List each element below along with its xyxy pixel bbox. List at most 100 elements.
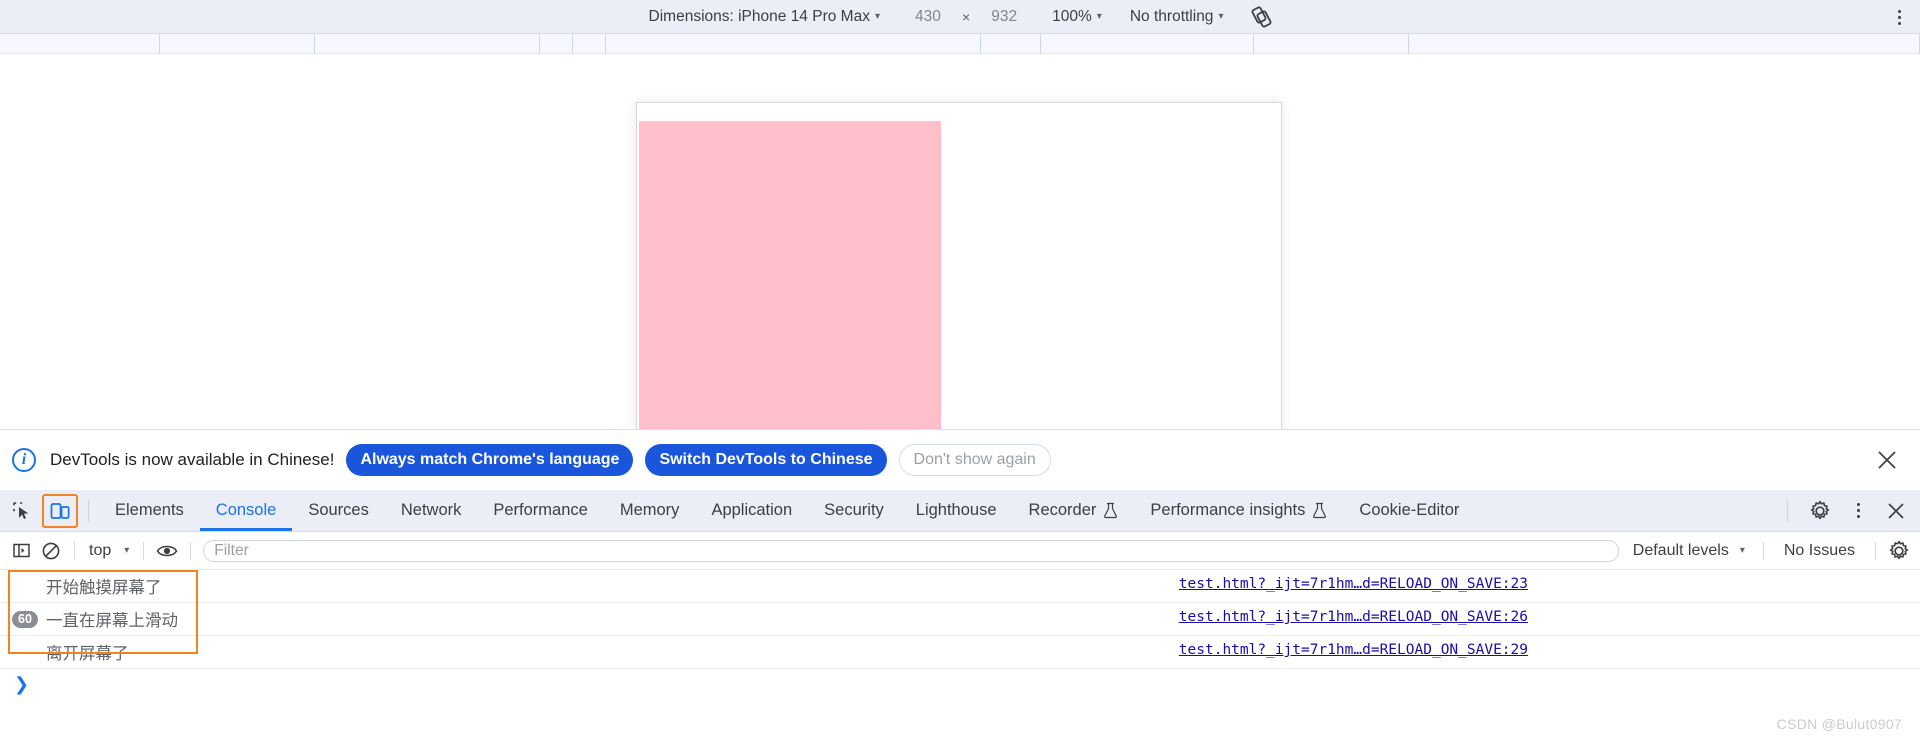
- tab-label: Network: [400, 501, 462, 519]
- console-source-link[interactable]: test.html?_ijt=7r1hm…d=RELOAD_ON_SAVE:23: [1179, 576, 1528, 592]
- console-message-text: 开始触摸屏幕了: [46, 578, 162, 597]
- tabstrip-divider: [88, 499, 89, 522]
- ruler-segment: [540, 34, 573, 54]
- always-match-language-button[interactable]: Always match Chrome's language: [346, 444, 634, 476]
- device-width-input[interactable]: [901, 6, 954, 27]
- dimension-separator: ×: [961, 8, 971, 25]
- console-message-text: 离开屏幕了: [46, 644, 129, 663]
- console-message-row[interactable]: 离开屏幕了 test.html?_ijt=7r1hm…d=RELOAD_ON_S…: [0, 636, 1920, 669]
- throttling-selector[interactable]: No throttling ▾: [1124, 5, 1230, 29]
- devtools-tabstrip: Elements Console Sources Network Perform…: [0, 490, 1920, 532]
- tab-label: Lighthouse: [915, 501, 997, 519]
- issues-counter[interactable]: No Issues: [1772, 542, 1867, 560]
- live-expression-icon[interactable]: [152, 537, 182, 565]
- watermark: CSDN @Bulut0907: [1776, 716, 1902, 732]
- pink-touch-area[interactable]: [639, 121, 941, 429]
- tab-label: Security: [824, 501, 884, 519]
- device-emulation-toolbar: Dimensions: iPhone 14 Pro Max ▾ × 100% ▾…: [0, 0, 1920, 34]
- ruler-segment: [1041, 34, 1254, 54]
- switch-devtools-language-button[interactable]: Switch DevTools to Chinese: [645, 444, 887, 476]
- filterbar-divider-4: [1762, 541, 1764, 560]
- clear-console-icon[interactable]: [36, 537, 66, 565]
- log-levels-selector[interactable]: Default levels ▾: [1623, 542, 1755, 560]
- tabstrip-divider: [1787, 499, 1788, 522]
- log-levels-label: Default levels: [1632, 541, 1729, 559]
- throttling-label: No throttling: [1129, 7, 1214, 25]
- repeat-count-badge: 60: [12, 610, 38, 628]
- tab-cookie-editor[interactable]: Cookie-Editor: [1343, 490, 1475, 531]
- console-message-list[interactable]: 开始触摸屏幕了 test.html?_ijt=7r1hm…d=RELOAD_ON…: [0, 570, 1920, 738]
- tab-performance[interactable]: Performance: [477, 490, 603, 531]
- ruler-segment: [315, 34, 540, 54]
- filterbar-divider: [74, 541, 75, 560]
- console-message-row[interactable]: 60 一直在屏幕上滑动 test.html?_ijt=7r1hm…d=RELOA…: [0, 603, 1920, 636]
- close-devtools-icon[interactable]: [1880, 495, 1912, 527]
- console-source-link[interactable]: test.html?_ijt=7r1hm…d=RELOAD_ON_SAVE:29: [1179, 642, 1528, 658]
- media-query-ruler[interactable]: [0, 34, 1920, 54]
- console-settings-gear-icon[interactable]: [1884, 537, 1914, 565]
- chevron-down-icon: ▾: [1218, 10, 1224, 22]
- emulated-page-stage: [0, 54, 1920, 429]
- chevron-down-icon: ▾: [874, 10, 880, 22]
- filterbar-divider-3: [190, 541, 192, 560]
- tab-label: Performance: [493, 501, 588, 519]
- tab-label: Console: [215, 501, 277, 519]
- tab-elements[interactable]: Elements: [99, 490, 200, 531]
- rotate-device-icon[interactable]: [1247, 4, 1277, 30]
- tab-sources[interactable]: Sources: [292, 490, 385, 531]
- tab-lighthouse[interactable]: Lighthouse: [900, 490, 1013, 531]
- language-notification-banner: i DevTools is now available in Chinese! …: [0, 429, 1920, 490]
- tab-performance-insights[interactable]: Performance insights: [1134, 490, 1343, 531]
- tab-recorder[interactable]: Recorder: [1013, 490, 1135, 531]
- tab-label: Recorder: [1028, 501, 1097, 519]
- tab-label: Memory: [619, 501, 680, 519]
- ruler-segment: [0, 34, 160, 54]
- device-viewport-frame[interactable]: [636, 102, 1282, 429]
- tab-label: Application: [711, 501, 793, 519]
- gear-icon[interactable]: [1804, 495, 1836, 527]
- ruler-segment: [160, 34, 315, 54]
- tab-label: Cookie-Editor: [1359, 501, 1460, 519]
- ruler-segment: [1254, 34, 1409, 54]
- chevron-down-icon: ▾: [1096, 10, 1102, 22]
- inspect-element-icon[interactable]: [6, 495, 38, 527]
- tabstrip-actions: [1777, 495, 1920, 527]
- toggle-device-toolbar-icon[interactable]: [42, 493, 78, 528]
- console-prompt[interactable]: ❯: [0, 669, 1920, 699]
- banner-message: DevTools is now available in Chinese!: [50, 450, 335, 469]
- filter-input[interactable]: [203, 539, 1619, 562]
- device-toolbar-more-icon[interactable]: [1888, 6, 1910, 28]
- prompt-caret-icon: ❯: [14, 673, 30, 694]
- filterbar-divider-2: [143, 541, 145, 560]
- ruler-segment: [1409, 34, 1920, 54]
- device-height-input[interactable]: [978, 6, 1031, 27]
- console-message-row[interactable]: 开始触摸屏幕了 test.html?_ijt=7r1hm…d=RELOAD_ON…: [0, 570, 1920, 603]
- tab-security[interactable]: Security: [808, 490, 900, 531]
- console-source-link[interactable]: test.html?_ijt=7r1hm…d=RELOAD_ON_SAVE:26: [1179, 609, 1528, 625]
- dont-show-again-button[interactable]: Don't show again: [898, 444, 1051, 476]
- device-preset-selector[interactable]: Dimensions: iPhone 14 Pro Max ▾: [643, 5, 886, 29]
- devtools-more-icon[interactable]: [1842, 495, 1874, 527]
- tab-label: Elements: [115, 501, 184, 519]
- devtools-window: Dimensions: iPhone 14 Pro Max ▾ × 100% ▾…: [0, 0, 1920, 738]
- tab-memory[interactable]: Memory: [604, 490, 696, 531]
- info-icon: i: [12, 448, 36, 472]
- chevron-down-icon: ▾: [1739, 544, 1745, 556]
- tab-network[interactable]: Network: [385, 490, 478, 531]
- zoom-selector[interactable]: 100% ▾: [1046, 5, 1108, 29]
- console-filter-toolbar: top ▾ Default levels ▾ No Issues: [0, 532, 1920, 570]
- execution-context-selector[interactable]: top ▾: [83, 542, 135, 560]
- execution-context-label: top: [89, 541, 112, 559]
- experiment-flask-icon: [1313, 502, 1327, 519]
- chevron-down-icon: ▾: [124, 544, 130, 556]
- tab-application[interactable]: Application: [695, 490, 808, 531]
- tab-label: Performance insights: [1150, 501, 1306, 519]
- ruler-segment: [981, 34, 1041, 54]
- tab-console[interactable]: Console: [200, 490, 293, 531]
- console-message-text: 一直在屏幕上滑动: [46, 611, 178, 630]
- experiment-flask-icon: [1104, 502, 1118, 519]
- filterbar-divider-5: [1875, 541, 1876, 560]
- close-icon[interactable]: [1874, 447, 1900, 473]
- console-sidebar-icon[interactable]: [6, 537, 36, 565]
- ruler-segment: [573, 34, 606, 54]
